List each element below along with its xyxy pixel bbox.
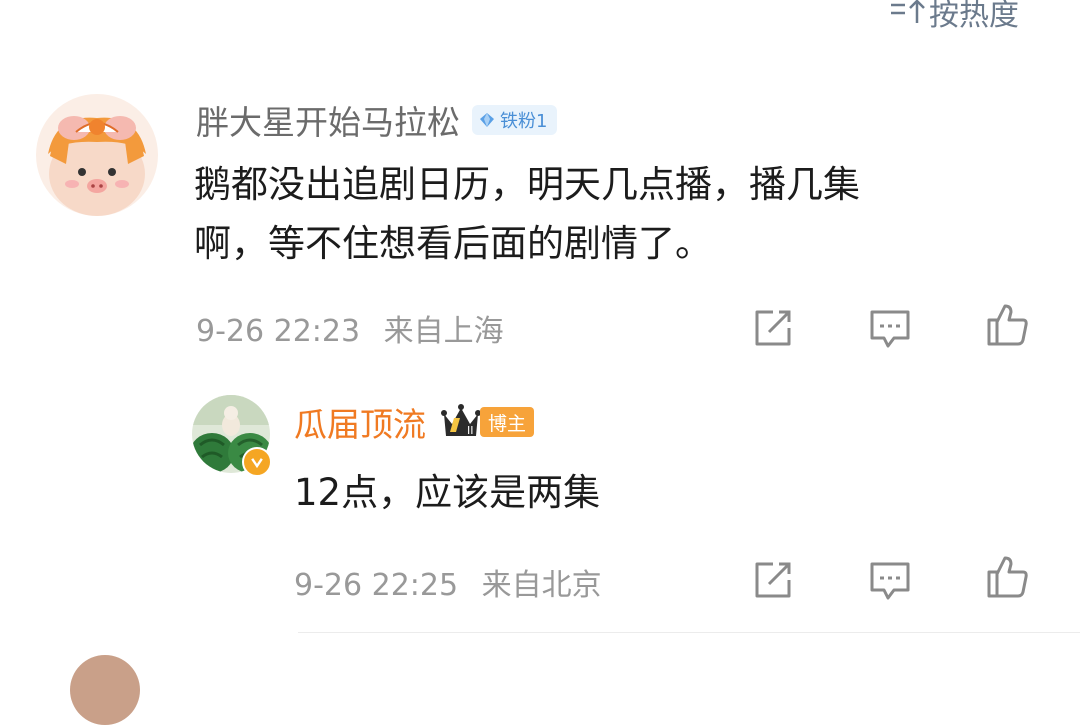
crown-icon: II [441, 404, 481, 437]
reply-location: 来自北京 [481, 568, 602, 603]
pig-avatar-icon [36, 94, 158, 216]
reply-share-button[interactable] [749, 556, 797, 604]
replier-username[interactable]: 瓜届顶流 [294, 398, 426, 446]
reply-like-button[interactable] [983, 552, 1031, 600]
reply-text: 12点，应该是两集 [294, 471, 601, 514]
comment-text-line1: 鹅都没出追剧日历，明天几点播，播几集 [194, 163, 860, 206]
sort-icon [891, 0, 925, 23]
comment-icon [870, 310, 910, 348]
comment-text-line2: 啊，等不住想看后面的剧情了。 [194, 222, 712, 265]
comment-like-button[interactable] [983, 300, 1031, 348]
commenter-avatar[interactable] [36, 94, 158, 216]
comment-text: 鹅都没出追剧日历，明天几点播，播几集 啊，等不住想看后面的剧情了。 [194, 155, 1054, 273]
reply-meta: 9-26 22:25 来自北京 [294, 560, 602, 604]
divider [298, 632, 1080, 633]
thumbs-up-icon [987, 556, 1028, 598]
comment-meta: 9-26 22:23 来自上海 [196, 306, 504, 350]
replier-name-row: 瓜届顶流 II 博主 [294, 398, 535, 446]
diamond-icon [480, 113, 494, 127]
reply-comment-button[interactable] [866, 556, 914, 604]
fan-badge-label: 铁粉1 [500, 111, 548, 132]
comment-reply-button[interactable] [866, 304, 914, 352]
thumbs-up-icon [987, 304, 1028, 346]
fan-badge[interactable]: 铁粉1 [472, 105, 558, 135]
commenter-name-row: 胖大星开始马拉松 铁粉1 [196, 96, 558, 144]
next-commenter-avatar[interactable] [70, 655, 140, 725]
crown-level: II [467, 424, 474, 437]
share-icon [755, 310, 791, 346]
share-icon [755, 562, 791, 598]
comment-location: 来自上海 [383, 314, 504, 349]
reply-time: 9-26 22:25 [294, 568, 459, 603]
host-badge: 博主 [480, 407, 535, 437]
comment-share-button[interactable] [749, 304, 797, 352]
verified-badge-icon [242, 447, 272, 477]
comment-time: 9-26 22:23 [196, 314, 361, 349]
comment-icon [870, 562, 910, 600]
sort-by-hot-button[interactable]: 按热度 [885, 0, 1019, 33]
commenter-username[interactable]: 胖大星开始马拉松 [196, 96, 460, 144]
sort-label: 按热度 [929, 0, 1019, 33]
